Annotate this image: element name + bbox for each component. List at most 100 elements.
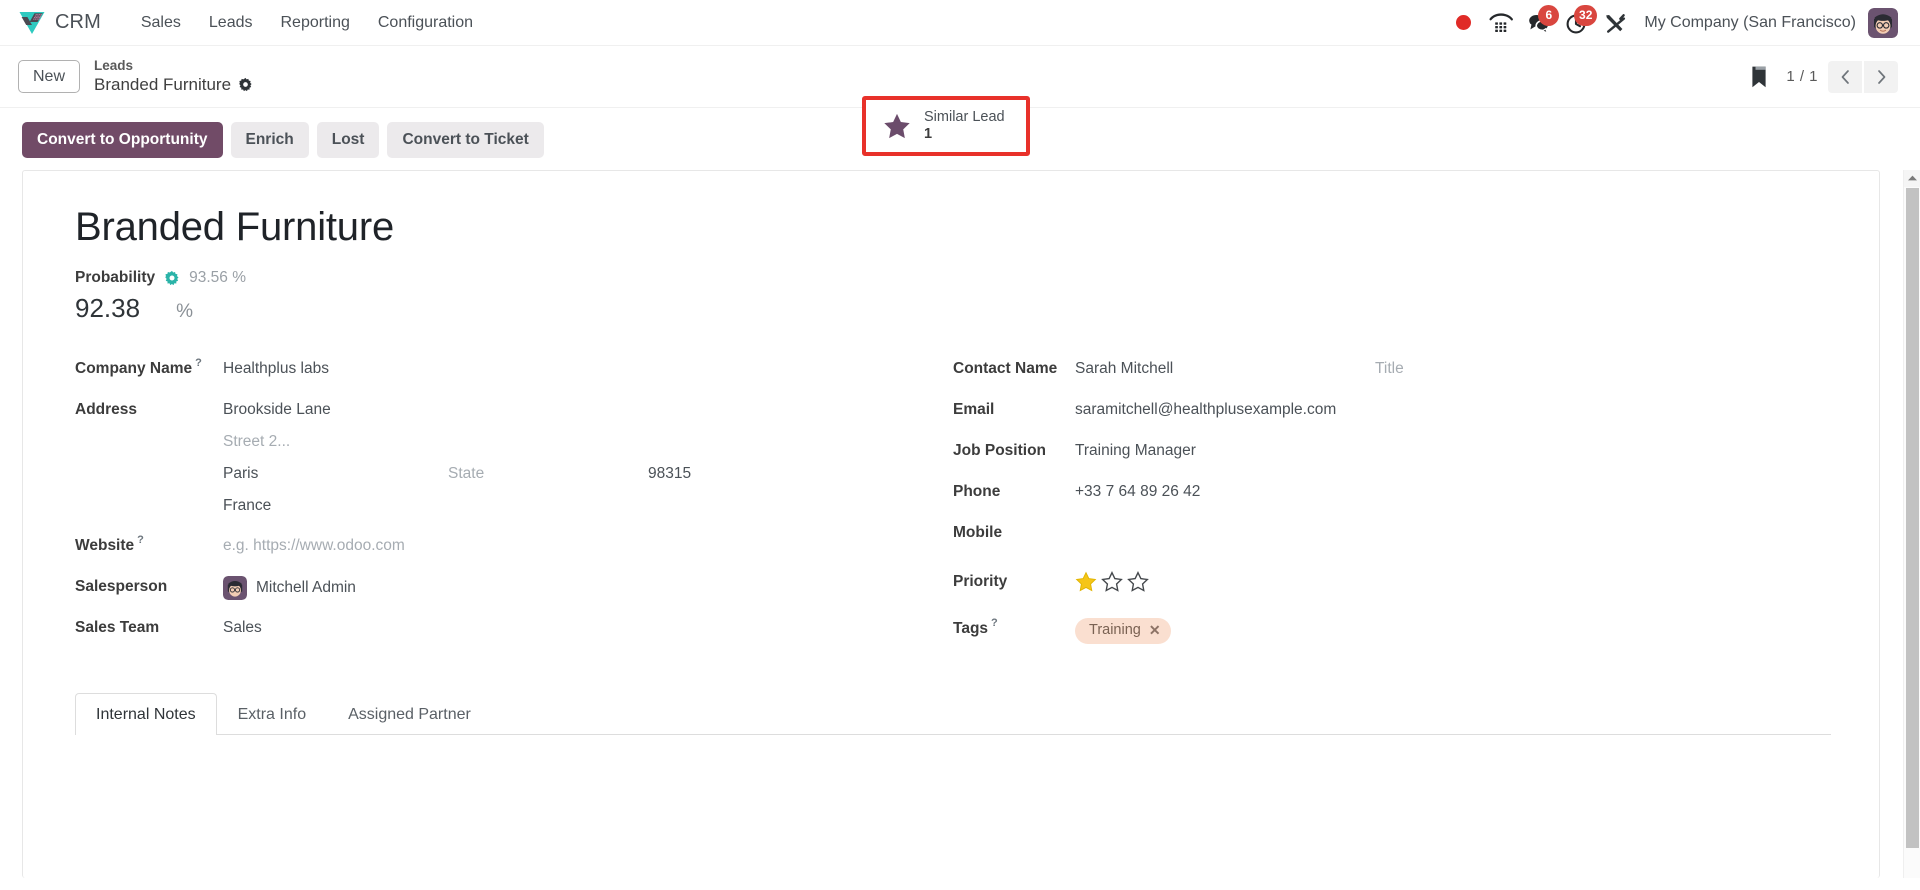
convert-to-opportunity-button[interactable]: Convert to Opportunity xyxy=(22,122,223,158)
control-panel-right: 1 / 1 xyxy=(1748,60,1898,93)
scrollbar-thumb[interactable] xyxy=(1906,187,1919,848)
activities-badge: 32 xyxy=(1574,4,1598,26)
chevron-left-icon xyxy=(1841,69,1849,84)
crm-app-brand[interactable]: CRM xyxy=(18,10,101,36)
tags-list: Training ✕ xyxy=(1075,617,1171,645)
tab-assigned-partner[interactable]: Assigned Partner xyxy=(327,693,492,735)
salesperson-name: Mitchell Admin xyxy=(256,578,356,596)
pager-next-button[interactable] xyxy=(1864,60,1898,93)
field-company-name: Company Name ? Healthplus labs xyxy=(75,357,913,399)
field-grid: Company Name ? Healthplus labs Address B… xyxy=(75,357,1831,659)
company-switcher[interactable]: My Company (San Francisco) xyxy=(1634,14,1868,32)
menu-item-reporting[interactable]: Reporting xyxy=(266,8,363,38)
field-contact-name: Contact Name Sarah Mitchell Title xyxy=(953,358,1831,399)
phone-value[interactable]: +33 7 64 89 26 42 xyxy=(1075,481,1200,501)
messages-badge: 6 xyxy=(1538,4,1560,26)
gear-icon[interactable] xyxy=(164,270,180,286)
user-avatar xyxy=(223,575,247,600)
dialpad-button[interactable] xyxy=(1482,4,1520,42)
field-salesperson: Salesperson Mitchell Admin xyxy=(75,575,913,617)
systray: 6 32 My Company (San Francisco) xyxy=(1444,4,1898,42)
field-job-position: Job Position Training Manager xyxy=(953,440,1831,481)
tags-label-text: Tags xyxy=(953,619,989,637)
chevron-right-icon xyxy=(1877,69,1885,84)
menu-item-leads[interactable]: Leads xyxy=(195,8,267,38)
activities-button[interactable]: 32 xyxy=(1558,4,1598,42)
similar-lead-highlight: Similar Lead 1 xyxy=(862,96,1030,156)
similar-lead-button[interactable]: Similar Lead 1 xyxy=(866,100,1026,152)
menu-item-configuration[interactable]: Configuration xyxy=(364,8,487,38)
pager-buttons xyxy=(1828,60,1898,93)
website-label-text: Website xyxy=(75,536,135,554)
avatar[interactable] xyxy=(1868,7,1898,38)
main-menu: Sales Leads Reporting Configuration xyxy=(127,8,487,38)
user-avatar xyxy=(1868,7,1898,38)
tab-internal-notes[interactable]: Internal Notes xyxy=(75,692,217,735)
probability-value-row: 92.38 % xyxy=(75,293,1831,324)
star-outline-icon[interactable] xyxy=(1127,570,1149,593)
close-icon[interactable]: ✕ xyxy=(1149,622,1161,639)
probability-row: Probability 93.56 % xyxy=(75,269,1831,287)
page-title: Branded Furniture xyxy=(75,204,395,249)
address-city[interactable]: Paris xyxy=(223,463,448,483)
star-filled-icon[interactable] xyxy=(1075,571,1097,593)
tags-label: Tags ? xyxy=(953,617,1075,638)
email-value[interactable]: saramitchell@healthplusexample.com xyxy=(1075,399,1336,419)
tag-label: Training xyxy=(1089,621,1141,638)
address-country[interactable]: France xyxy=(223,495,271,515)
address-street-line: Brookside Lane xyxy=(223,399,691,431)
recording-indicator-button[interactable] xyxy=(1444,4,1482,42)
company-name-value[interactable]: Healthplus labs xyxy=(223,358,329,378)
enrich-button[interactable]: Enrich xyxy=(230,122,309,158)
bookmark-button[interactable] xyxy=(1748,64,1770,90)
help-tooltip-icon[interactable]: ? xyxy=(991,617,998,629)
scroll-up-button[interactable] xyxy=(1904,169,1920,187)
star-outline-icon[interactable] xyxy=(1101,570,1123,593)
lost-button[interactable]: Lost xyxy=(316,122,380,158)
pager: 1 / 1 xyxy=(1786,60,1898,93)
form-sheet-wrapper: Branded Furniture Probability 93.56 % 92… xyxy=(0,169,1920,878)
field-column-right: Contact Name Sarah Mitchell Title Email … xyxy=(953,358,1831,659)
sales-team-value[interactable]: Sales xyxy=(223,617,262,637)
vertical-scrollbar[interactable] xyxy=(1903,169,1920,878)
sales-team-label: Sales Team xyxy=(75,618,160,636)
help-tooltip-icon[interactable]: ? xyxy=(137,534,144,546)
tag-training[interactable]: Training ✕ xyxy=(1075,617,1171,645)
new-record-button[interactable]: New xyxy=(18,59,81,94)
address-street2[interactable]: Street 2... xyxy=(223,431,290,451)
notebook-tabs: Internal Notes Extra Info Assigned Partn… xyxy=(75,692,1831,735)
job-position-value[interactable]: Training Manager xyxy=(1075,440,1196,460)
job-position-label: Job Position xyxy=(953,441,1046,459)
website-input[interactable]: e.g. https://www.odoo.com xyxy=(223,535,405,555)
phone-dialpad-icon xyxy=(1489,12,1514,32)
crm-logo-icon xyxy=(19,11,45,34)
field-priority: Priority xyxy=(953,570,1831,612)
convert-to-ticket-button[interactable]: Convert to Ticket xyxy=(387,122,544,158)
probability-automated-value: 93.56 % xyxy=(189,268,246,286)
menu-item-sales[interactable]: Sales xyxy=(127,8,195,38)
priority-stars[interactable] xyxy=(1075,570,1149,593)
breadcrumb-parent-leads[interactable]: Leads xyxy=(94,58,253,74)
probability-input[interactable]: 92.38 xyxy=(75,293,140,324)
help-tooltip-icon[interactable]: ? xyxy=(195,357,202,369)
gear-icon[interactable] xyxy=(238,77,253,92)
form-sheet: Branded Furniture Probability 93.56 % 92… xyxy=(22,169,1880,878)
address-street[interactable]: Brookside Lane xyxy=(223,399,331,419)
address-lines: Brookside Lane Street 2... Paris State 9… xyxy=(223,399,691,527)
salesperson-avatar xyxy=(223,575,247,600)
brand-label: CRM xyxy=(55,11,101,33)
address-label: Address xyxy=(75,400,138,418)
contact-title-input[interactable]: Title xyxy=(1375,358,1404,378)
contact-name-value[interactable]: Sarah Mitchell xyxy=(1075,358,1375,378)
tab-extra-info[interactable]: Extra Info xyxy=(217,693,327,735)
address-state[interactable]: State xyxy=(448,463,648,483)
bookmark-icon xyxy=(1752,66,1766,87)
pager-previous-button[interactable] xyxy=(1828,60,1862,93)
salesperson-value[interactable]: Mitchell Admin xyxy=(223,575,356,600)
messages-button[interactable]: 6 xyxy=(1520,4,1560,42)
field-website: Website ? e.g. https://www.odoo.com xyxy=(75,534,913,576)
address-zip[interactable]: 98315 xyxy=(648,463,691,483)
probability-label: Probability xyxy=(75,268,156,286)
company-name-label-text: Company Name xyxy=(75,359,193,377)
tools-button[interactable] xyxy=(1596,4,1634,42)
